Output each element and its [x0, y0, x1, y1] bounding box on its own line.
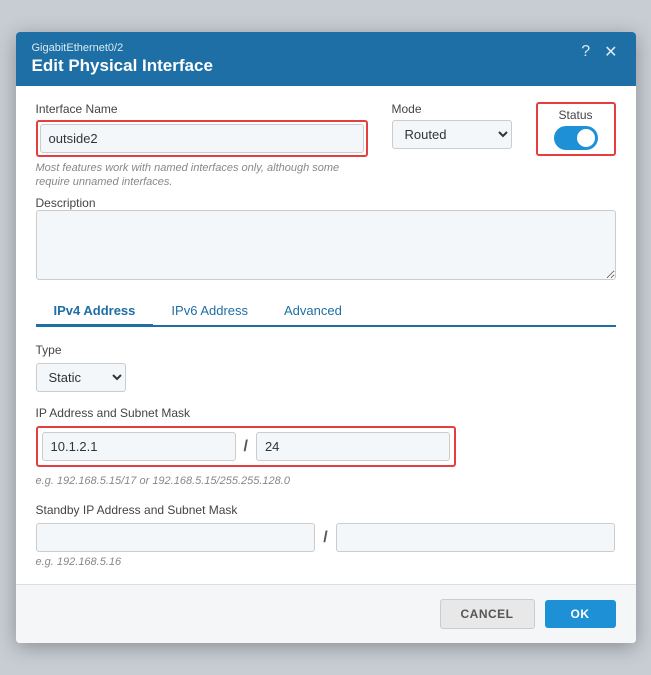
standby-label: Standby IP Address and Subnet Mask [36, 503, 616, 517]
status-toggle[interactable] [554, 126, 598, 150]
slash-separator: / [244, 438, 248, 456]
status-label: Status [558, 108, 592, 122]
header-buttons: ? ✕ [579, 42, 619, 62]
interface-hint: Most features work with named interfaces… [36, 161, 368, 190]
description-textarea[interactable] [36, 210, 616, 280]
description-group: Description [36, 195, 616, 283]
mode-label: Mode [392, 102, 512, 116]
standby-subnet-input[interactable] [336, 523, 616, 552]
type-label: Type [36, 343, 616, 357]
ip-address-wrap: / [36, 426, 456, 467]
dialog-title: Edit Physical Interface [32, 56, 213, 76]
tab-ipv4-address[interactable]: IPv4 Address [36, 297, 154, 327]
dialog-body: Interface Name Most features work with n… [16, 86, 636, 585]
cancel-button[interactable]: CANCEL [440, 599, 535, 629]
interface-name-group: Interface Name Most features work with n… [36, 102, 368, 190]
tabs-row: IPv4 Address IPv6 Address Advanced [36, 297, 616, 327]
standby-slash-separator: / [323, 529, 327, 547]
edit-interface-dialog: GigabitEthernet0/2 Edit Physical Interfa… [16, 32, 636, 644]
ip-address-section: IP Address and Subnet Mask / e.g. 192.16… [36, 406, 616, 487]
interface-name-input[interactable] [40, 124, 364, 153]
toggle-slider [554, 126, 598, 150]
ip-row: / [42, 432, 450, 461]
help-button[interactable]: ? [579, 43, 592, 61]
ip-address-input[interactable] [42, 432, 236, 461]
mode-group: Mode Routed Passive [392, 102, 512, 149]
type-select[interactable]: Static DHCP PPPoE [36, 363, 126, 392]
description-label: Description [36, 196, 96, 210]
mode-select[interactable]: Routed Passive [392, 120, 512, 149]
interface-name-label: Interface Name [36, 102, 368, 116]
dialog-header: GigabitEthernet0/2 Edit Physical Interfa… [16, 32, 636, 86]
top-form-row: Interface Name Most features work with n… [36, 102, 616, 190]
ipv4-tab-content: Type Static DHCP PPPoE IP Address and Su… [36, 343, 616, 568]
standby-hint: e.g. 192.168.5.16 [36, 556, 616, 568]
ip-hint: e.g. 192.168.5.15/17 or 192.168.5.15/255… [36, 475, 616, 487]
status-box: Status [536, 102, 616, 156]
dialog-subtitle: GigabitEthernet0/2 [32, 42, 213, 54]
ok-button[interactable]: OK [545, 600, 616, 628]
type-row: Type Static DHCP PPPoE [36, 343, 616, 392]
tab-advanced[interactable]: Advanced [266, 297, 360, 327]
dialog-footer: CANCEL OK [16, 584, 636, 643]
interface-name-input-wrap [36, 120, 368, 157]
ip-label: IP Address and Subnet Mask [36, 406, 616, 420]
subnet-mask-input[interactable] [256, 432, 450, 461]
standby-ip-input[interactable] [36, 523, 316, 552]
close-button[interactable]: ✕ [602, 42, 619, 62]
tab-ipv6-address[interactable]: IPv6 Address [153, 297, 266, 327]
standby-section: Standby IP Address and Subnet Mask / e.g… [36, 503, 616, 568]
standby-row: / [36, 523, 616, 552]
status-group: Status [536, 102, 616, 156]
